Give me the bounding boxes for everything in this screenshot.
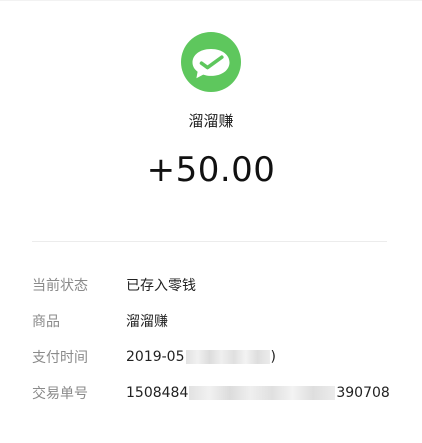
detail-row-pay-time: 支付时间 2019-05) <box>32 339 392 375</box>
transaction-id-suffix: 390708 <box>336 385 390 401</box>
wechat-pay-icon <box>181 32 241 92</box>
pay-time-suffix: ) <box>270 349 276 365</box>
pay-time-label: 支付时间 <box>32 350 88 366</box>
top-divider <box>0 0 422 1</box>
product-value: 溜溜赚 <box>126 314 168 330</box>
pay-time-value: 2019-05) <box>126 349 276 365</box>
detail-row-status: 当前状态 已存入零钱 <box>32 267 392 303</box>
transaction-id-prefix: 1508484 <box>126 385 189 401</box>
transaction-amount: +50.00 <box>146 150 276 190</box>
product-label: 商品 <box>32 314 60 330</box>
detail-row-product: 商品 溜溜赚 <box>32 303 392 339</box>
detail-row-transaction-id: 交易单号 1508484 390708 <box>32 375 392 411</box>
merchant-name: 溜溜赚 <box>188 112 234 130</box>
transaction-details: 当前状态 已存入零钱 商品 溜溜赚 支付时间 2019-05) 交易单号 150… <box>32 267 392 411</box>
section-divider <box>32 241 387 242</box>
status-label: 当前状态 <box>32 278 88 294</box>
pay-time-redaction-mosaic <box>185 350 270 364</box>
transaction-id-redaction-mosaic <box>189 386 336 400</box>
transaction-id-value: 1508484 390708 <box>126 385 390 401</box>
transaction-id-label: 交易单号 <box>32 386 88 402</box>
pay-time-prefix: 2019-05 <box>126 349 185 365</box>
transaction-detail-page: 溜溜赚 +50.00 当前状态 已存入零钱 商品 溜溜赚 支付时间 2019-0… <box>0 0 422 443</box>
status-value: 已存入零钱 <box>126 278 196 294</box>
